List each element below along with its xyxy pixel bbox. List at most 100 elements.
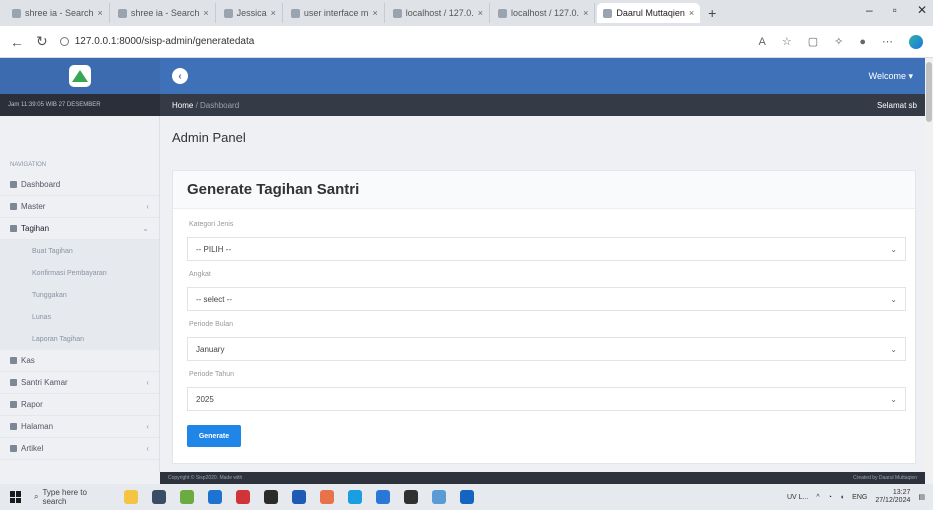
chevron-icon: ‹ xyxy=(146,422,149,431)
user-menu[interactable]: Welcome ▾ xyxy=(869,71,913,82)
footer-copyright: Copyright © Sisp2020. Made with xyxy=(168,475,243,481)
copilot-icon[interactable] xyxy=(909,34,923,49)
app-icon[interactable] xyxy=(320,490,334,504)
task-view-icon[interactable] xyxy=(152,490,166,504)
address-bar: ← ↻ 127.0.0.1:8000/sisp-admin/generateda… xyxy=(0,26,933,58)
field-label-angkat: Angkat xyxy=(189,271,211,278)
sidebar-item-halaman[interactable]: Halaman ‹ xyxy=(0,416,159,438)
windows-start-icon[interactable] xyxy=(10,491,22,503)
app-icon[interactable] xyxy=(404,490,418,504)
tab-favicon-icon xyxy=(290,8,300,18)
sidebar-item-santri-kamar[interactable]: Santri Kamar ‹ xyxy=(0,372,159,394)
tahun-select[interactable]: 2025 ⌄ xyxy=(187,387,906,411)
kategori-select[interactable]: -- PILIH -- ⌄ xyxy=(187,237,906,261)
browser-tab[interactable]: shree ia - Search × xyxy=(112,3,216,23)
card-header: Generate Tagihan Santri xyxy=(173,171,915,209)
tab-favicon-icon xyxy=(392,8,402,18)
browser-tab[interactable]: shree ia - Search × xyxy=(6,3,110,23)
sidebar-item-tagihan[interactable]: Tagihan ⌄ xyxy=(0,218,159,240)
minimize-icon[interactable]: – xyxy=(866,3,873,17)
chevron-up-icon[interactable]: ^ xyxy=(816,494,819,501)
url-field[interactable]: 127.0.0.1:8000/sisp-admin/generatedata xyxy=(59,36,759,47)
chevron-down-icon: ⌄ xyxy=(890,294,897,304)
bulan-select[interactable]: January ⌄ xyxy=(187,337,906,361)
page-scrollbar[interactable] xyxy=(925,58,933,484)
notification-icon[interactable]: ▤ xyxy=(918,493,925,501)
taskbar-search[interactable]: ⌕ Type here to search xyxy=(34,488,104,506)
chevron-down-icon: ⌄ xyxy=(142,224,149,233)
sidebar-item-rapor[interactable]: Rapor xyxy=(0,394,159,416)
read-aloud-icon[interactable]: A xyxy=(759,36,766,48)
sidebar-subitem-laporan[interactable]: Laporan Tagihan xyxy=(0,328,159,350)
sidebar-item-artikel[interactable]: Artikel ‹ xyxy=(0,438,159,460)
browser-tab[interactable]: user interface m × xyxy=(285,3,385,23)
system-tray: UV L... ^ ◔ ◖ ENG 13:27 27/12/2024 ▤ xyxy=(787,489,933,505)
favorite-icon[interactable]: ☆ xyxy=(782,35,792,48)
sidebar-subitem-lunas[interactable]: Lunas xyxy=(0,306,159,328)
chevron-icon: ‹ xyxy=(146,444,149,453)
browser-tab[interactable]: localhost / 127.0. × xyxy=(387,3,491,23)
close-icon[interactable]: × xyxy=(474,8,483,18)
reload-icon[interactable]: ↻ xyxy=(36,33,48,50)
close-icon[interactable]: × xyxy=(685,8,694,18)
app-icon[interactable] xyxy=(292,490,306,504)
tab-favicon-icon xyxy=(498,8,508,18)
sidebar-subitem-tunggakan[interactable]: Tunggakan xyxy=(0,284,159,306)
generate-button[interactable]: Generate xyxy=(187,425,241,447)
close-icon[interactable]: × xyxy=(368,8,377,18)
dashboard-icon xyxy=(10,181,17,188)
language-indicator[interactable]: ENG xyxy=(852,494,867,501)
close-icon[interactable]: × xyxy=(94,8,103,18)
close-icon[interactable]: × xyxy=(199,8,208,18)
app-icon[interactable] xyxy=(236,490,250,504)
app-icon[interactable] xyxy=(264,490,278,504)
volume-icon[interactable]: ◖ xyxy=(840,494,844,501)
sidebar-item-master[interactable]: Master ‹ xyxy=(0,196,159,218)
browser-tab[interactable]: Jessica × xyxy=(218,3,283,23)
footer-credit: Created by Daarul Muttaqien xyxy=(853,475,917,481)
sidebar-subitem-konfirmasi[interactable]: Konfirmasi Pembayaran xyxy=(0,262,159,284)
weather-widget[interactable]: UV L... xyxy=(787,494,808,501)
app-icon[interactable] xyxy=(432,490,446,504)
taskbar-apps xyxy=(124,490,474,504)
top-navbar: ‹ Welcome ▾ xyxy=(160,58,925,94)
extensions-icon[interactable]: ✧ xyxy=(834,35,843,48)
sidebar-item-kas[interactable]: Kas xyxy=(0,350,159,372)
maximize-icon[interactable]: ▫ xyxy=(893,3,897,17)
page-icon xyxy=(10,423,17,430)
app-icon[interactable] xyxy=(208,490,222,504)
widgets-icon[interactable] xyxy=(124,490,138,504)
tab-favicon-icon xyxy=(223,8,233,18)
angkat-select[interactable]: -- select -- ⌄ xyxy=(187,287,906,311)
close-window-icon[interactable]: ✕ xyxy=(917,3,927,17)
app-icon[interactable] xyxy=(460,490,474,504)
breadcrumb-current: Dashboard xyxy=(200,100,240,110)
more-icon[interactable]: ⋯ xyxy=(882,35,893,48)
split-icon[interactable]: ▢ xyxy=(808,35,818,48)
chevron-icon: ‹ xyxy=(146,202,149,211)
card-title: Generate Tagihan Santri xyxy=(187,181,360,198)
article-icon xyxy=(10,445,17,452)
sidebar-item-dashboard[interactable]: Dashboard xyxy=(0,174,159,196)
taskbar-clock[interactable]: 13:27 27/12/2024 xyxy=(875,489,910,505)
new-tab-icon[interactable]: + xyxy=(708,5,716,21)
vscode-icon[interactable] xyxy=(376,490,390,504)
tab-favicon-icon xyxy=(603,8,613,18)
edge-taskbar-icon[interactable] xyxy=(348,490,362,504)
breadcrumb-home[interactable]: Home xyxy=(172,101,193,110)
app-icon[interactable] xyxy=(180,490,194,504)
close-icon[interactable]: × xyxy=(267,8,276,18)
browser-tab-active[interactable]: Daarul Muttaqien × xyxy=(597,3,701,23)
report-icon xyxy=(10,401,17,408)
network-icon[interactable]: ◔ xyxy=(828,494,832,501)
back-icon[interactable]: ← xyxy=(10,34,24,50)
search-icon: ⌕ xyxy=(34,492,39,501)
info-icon xyxy=(59,37,69,46)
chevron-icon: ‹ xyxy=(146,378,149,387)
browser-tab[interactable]: localhost / 127.0. × xyxy=(492,3,596,23)
sidebar-toggle-icon[interactable]: ‹ xyxy=(172,68,188,84)
scrollbar-thumb[interactable] xyxy=(926,62,932,122)
sidebar-subitem-buat-tagihan[interactable]: Buat Tagihan xyxy=(0,240,159,262)
close-icon[interactable]: × xyxy=(579,8,588,18)
profile-icon[interactable]: ● xyxy=(859,36,866,48)
